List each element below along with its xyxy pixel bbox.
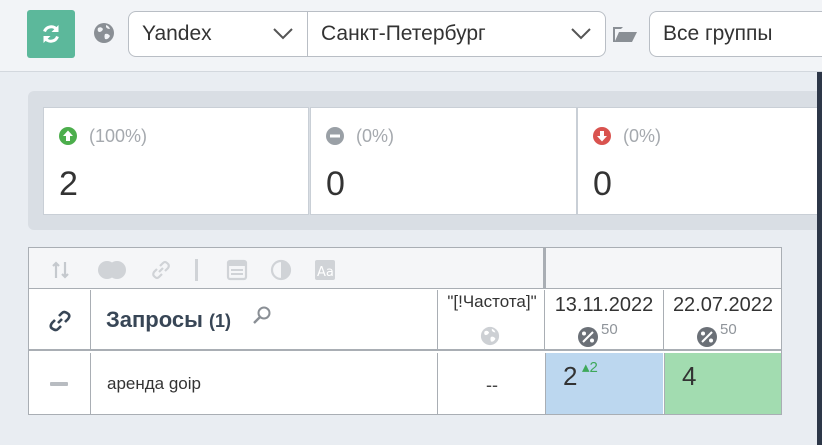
contrast-icon[interactable] [270, 259, 292, 281]
chevron-down-icon [273, 28, 293, 40]
frequency-header[interactable]: "[!Частота]" [439, 292, 545, 312]
minus-icon[interactable] [50, 382, 68, 386]
refresh-icon [43, 25, 59, 43]
stat-percent: (0%) [356, 126, 395, 146]
region-select[interactable]: Санкт-Петербург [307, 11, 606, 57]
positions-table: Aa Запросы (1) "[!Частота]" 13.11.2022 5… [28, 247, 782, 415]
query-text[interactable]: аренда goip [107, 374, 201, 394]
link-icon[interactable] [150, 259, 172, 281]
arrow-down-circle-icon [593, 127, 611, 145]
column-divider [437, 290, 438, 349]
sort-icon[interactable] [50, 259, 72, 281]
page-edge [817, 72, 822, 445]
globe-icon [94, 23, 114, 43]
date-column-2[interactable]: 22.07.2022 50 [664, 290, 782, 349]
column-divider [90, 290, 91, 349]
position-value: 2 [563, 361, 578, 391]
toggle-circles-icon[interactable] [96, 259, 128, 281]
link-icon[interactable] [47, 308, 73, 334]
table-row: аренда goip -- 2 ▴2 4 [29, 353, 781, 414]
column-divider [90, 353, 91, 414]
stat-percent: (0%) [623, 126, 662, 146]
top-toolbar: Yandex Санкт-Петербург Все группы [0, 0, 822, 72]
stat-percent: (100%) [89, 126, 148, 146]
table-header-row: Запросы (1) "[!Частота]" 13.11.2022 50 2… [29, 290, 781, 351]
column-divider [437, 353, 438, 414]
stat-value: 0 [593, 165, 612, 203]
refresh-button[interactable] [27, 10, 75, 58]
chevron-down-icon [571, 28, 591, 40]
date-column-1[interactable]: 13.11.2022 50 [545, 290, 663, 349]
stat-card-up[interactable]: (100%) 2 [43, 107, 309, 215]
date-label: 13.11.2022 [554, 294, 654, 316]
table-toolbar: Aa [29, 248, 781, 289]
date-label: 22.07.2022 [672, 294, 774, 316]
groups-select[interactable]: Все группы [649, 11, 822, 57]
queries-header[interactable]: Запросы (1) [106, 307, 231, 333]
groups-value: Все группы [663, 22, 773, 45]
toolbar-divider [195, 259, 198, 281]
region-value: Санкт-Петербург [321, 22, 486, 45]
stat-value: 2 [59, 165, 78, 203]
stats-panel: (100%) 2 (0%) 0 (0%) 0 [28, 91, 822, 230]
svg-text:Aa: Aa [317, 265, 334, 280]
folder-open-icon [613, 27, 637, 42]
frequency-value: -- [486, 375, 498, 395]
search-engine-select[interactable]: Yandex [128, 11, 308, 57]
position-cell[interactable]: 4 [664, 353, 781, 414]
font-size-icon[interactable]: Aa [314, 259, 336, 281]
queries-title: Запросы [106, 307, 203, 332]
position-value: 4 [682, 361, 697, 391]
globe-icon [480, 326, 500, 346]
position-cell[interactable]: 2 ▴2 [545, 353, 663, 414]
percent-value: 50 [720, 321, 737, 338]
search-icon[interactable] [252, 305, 272, 325]
percent-value: 50 [601, 321, 618, 338]
queries-count: (1) [209, 311, 232, 331]
stat-value: 0 [326, 165, 345, 203]
toolbar-separator [543, 248, 546, 289]
window-icon[interactable] [226, 259, 248, 281]
minus-circle-icon [326, 127, 344, 145]
stat-card-down[interactable]: (0%) 0 [577, 107, 822, 215]
arrow-up-circle-icon [59, 127, 77, 145]
percent-icon [578, 327, 598, 347]
percent-icon [697, 327, 717, 347]
position-delta: ▴2 [582, 359, 598, 376]
stat-card-same[interactable]: (0%) 0 [310, 107, 577, 215]
position-delta-value: 2 [589, 359, 598, 376]
search-engine-value: Yandex [142, 22, 212, 45]
